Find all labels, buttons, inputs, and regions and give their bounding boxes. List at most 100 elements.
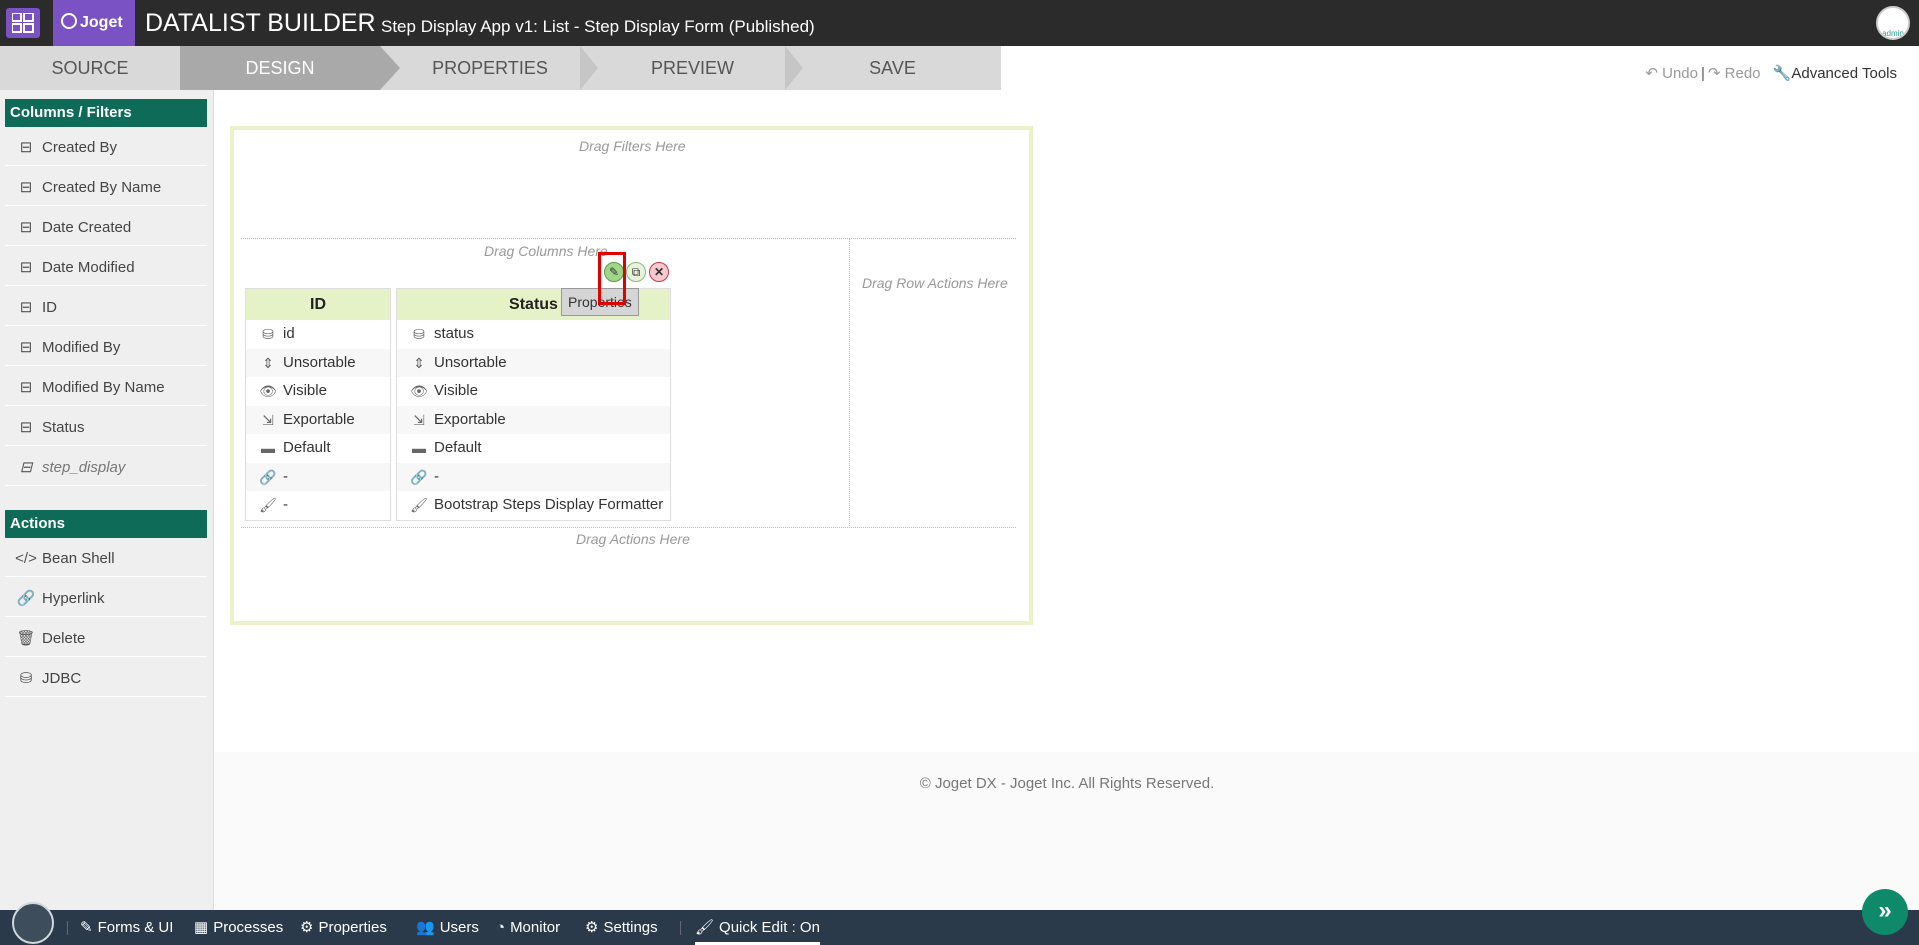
columns-drop-zone[interactable]: Drag Columns Here: [484, 243, 608, 259]
bar-item-label: Users: [439, 919, 479, 936]
bar-item-label: Quick Edit : On: [719, 919, 820, 936]
column-header-label: Status: [509, 296, 558, 313]
step-source[interactable]: SOURCE: [0, 46, 180, 90]
column-sortable: ⇕ Unsortable: [246, 348, 390, 377]
palette-action-bean-shell[interactable]: </> Bean Shell: [5, 541, 207, 577]
column-icon: ⊟: [19, 339, 33, 356]
users-link[interactable]: 👥 Users: [416, 910, 479, 945]
column-sortable-value: Unsortable: [434, 353, 507, 371]
undo-button[interactable]: ↶ Undo: [1645, 65, 1698, 82]
palette-column-step-display[interactable]: ⊟ step_display: [5, 450, 207, 486]
filters-divider: [241, 238, 1016, 239]
ruler-icon: ▬: [412, 440, 426, 456]
joget-logo[interactable]: Joget: [53, 0, 135, 46]
column-header: ID: [246, 289, 390, 320]
advanced-tools-label: Advanced Tools: [1791, 65, 1897, 82]
palette-column-date-modified[interactable]: ⊟ Date Modified: [5, 250, 207, 286]
palette-item-label: Bean Shell: [42, 550, 115, 567]
forms-ui-link[interactable]: ✎ Forms & UI: [80, 910, 173, 945]
column-width-value: Default: [283, 439, 331, 456]
trash-icon: 🗑: [16, 630, 36, 647]
bar-item-label: Monitor: [510, 919, 561, 936]
datalist-canvas: Drag Filters Here Drag Columns Here Drag…: [230, 126, 1033, 625]
column-visibility-value: Visible: [283, 382, 327, 399]
properties-link[interactable]: ⚙ Properties: [300, 910, 387, 945]
column-id[interactable]: ID ⛁ id ⇕ Unsortable 👁 Visible ⇲ Exportable …: [245, 288, 391, 521]
bar-item-label: Forms & UI: [97, 919, 174, 936]
column-width: ▬ Default: [246, 434, 390, 463]
palette-column-id[interactable]: ⊟ ID: [5, 290, 207, 326]
row-actions-drop-zone[interactable]: Drag Row Actions Here: [862, 275, 1008, 291]
step-properties[interactable]: PROPERTIES: [400, 46, 580, 90]
step-preview[interactable]: PREVIEW: [600, 46, 785, 90]
palette-column-date-created[interactable]: ⊟ Date Created: [5, 210, 207, 246]
sort-icon: ⇕: [413, 354, 425, 371]
column-icon: ⊟: [19, 139, 33, 156]
redo-button[interactable]: ↷ Redo: [1708, 65, 1761, 82]
column-icon: ⊟: [19, 379, 33, 396]
palette-column-modified-by[interactable]: ⊟ Modified By: [5, 330, 207, 366]
app-grid-button[interactable]: [6, 8, 40, 38]
palette-item-label: Created By Name: [42, 179, 162, 196]
column-link: 🔗 -: [246, 462, 390, 491]
palette-column-status[interactable]: ⊟ Status: [5, 410, 207, 446]
brush-icon: 🖌: [259, 497, 277, 513]
bar-item-label: Processes: [213, 919, 284, 936]
monitor-link[interactable]: ◔ Monitor: [496, 910, 560, 945]
palette-item-label: Hyperlink: [42, 590, 105, 607]
column-field: ⛁ id: [246, 320, 390, 349]
eye-icon: 👁: [410, 383, 428, 399]
palette-action-hyperlink[interactable]: 🔗 Hyperlink: [5, 581, 207, 617]
column-exportable-value: Exportable: [283, 410, 355, 428]
database-icon: ⛁: [262, 326, 274, 342]
actions-divider: [241, 527, 1016, 528]
step-design[interactable]: DESIGN: [180, 46, 380, 90]
brush-icon: 🖌: [410, 497, 428, 513]
bar-divider: [680, 921, 681, 935]
advanced-tools-button[interactable]: 🔧Advanced Tools: [1773, 65, 1897, 82]
palette-column-created-by-name[interactable]: ⊟ Created By Name: [5, 170, 207, 206]
grid-icon: [12, 13, 34, 33]
joget-home-icon[interactable]: [12, 902, 54, 944]
step-save[interactable]: SAVE: [800, 46, 985, 90]
edit-icon: ✎: [80, 919, 93, 936]
export-icon: ⇲: [262, 411, 274, 428]
dashboard-icon: ◔: [496, 919, 506, 936]
gears-icon: ⚙: [585, 919, 599, 936]
undo-icon: ↶: [1645, 65, 1658, 82]
processes-link[interactable]: ▦ Processes: [194, 910, 283, 945]
column-status[interactable]: Status ⛁ status ⇕ Unsortable 👁 Visible ⇲ Exp…: [396, 288, 671, 521]
step-preview-label: PREVIEW: [650, 58, 734, 78]
user-avatar[interactable]: admin: [1876, 6, 1910, 40]
step-chevron: [580, 46, 598, 90]
settings-link[interactable]: ⚙ Settings: [585, 910, 658, 945]
builder-toolbar: ↶ Undo | ↷ Redo 🔧Advanced Tools: [1645, 64, 1897, 82]
column-icon: ⊟: [19, 419, 33, 436]
column-visibility-value: Visible: [434, 382, 478, 399]
step-properties-label: PROPERTIES: [432, 58, 548, 78]
actions-drop-zone[interactable]: Drag Actions Here: [576, 531, 690, 547]
filters-drop-zone[interactable]: Drag Filters Here: [579, 138, 686, 154]
link-icon: 🔗: [410, 468, 428, 485]
palette-action-delete[interactable]: 🗑 Delete: [5, 621, 207, 657]
toolbar-divider: |: [1700, 65, 1705, 82]
expand-panel-button[interactable]: »: [1862, 889, 1908, 935]
palette-column-created-by[interactable]: ⊟ Created By: [5, 130, 207, 166]
delete-element-button[interactable]: ✕: [649, 262, 669, 282]
table-icon: ▦: [194, 919, 209, 936]
column-width: ▬ Default: [397, 434, 670, 463]
actions-header: Actions: [5, 510, 207, 538]
logo-text: Joget: [80, 14, 123, 31]
quick-edit-toggle[interactable]: 🖌 Quick Edit : On: [695, 910, 820, 945]
palette-column-modified-by-name[interactable]: ⊟ Modified By Name: [5, 370, 207, 406]
page-footer: © Joget DX - Joget Inc. All Rights Reser…: [215, 752, 1919, 910]
copy-element-button[interactable]: ⧉: [626, 262, 646, 282]
column-icon: ⊟: [19, 219, 33, 236]
page-title: DATALIST BUILDER: [145, 9, 376, 37]
column-link-value: -: [434, 467, 439, 485]
palette-action-jdbc[interactable]: ⛁ JDBC: [5, 661, 207, 697]
column-icon: ⊟: [19, 259, 33, 276]
database-icon: ⛁: [19, 670, 33, 687]
gear-icon: ⚙: [300, 919, 314, 936]
palette-item-label: Modified By: [42, 339, 121, 356]
